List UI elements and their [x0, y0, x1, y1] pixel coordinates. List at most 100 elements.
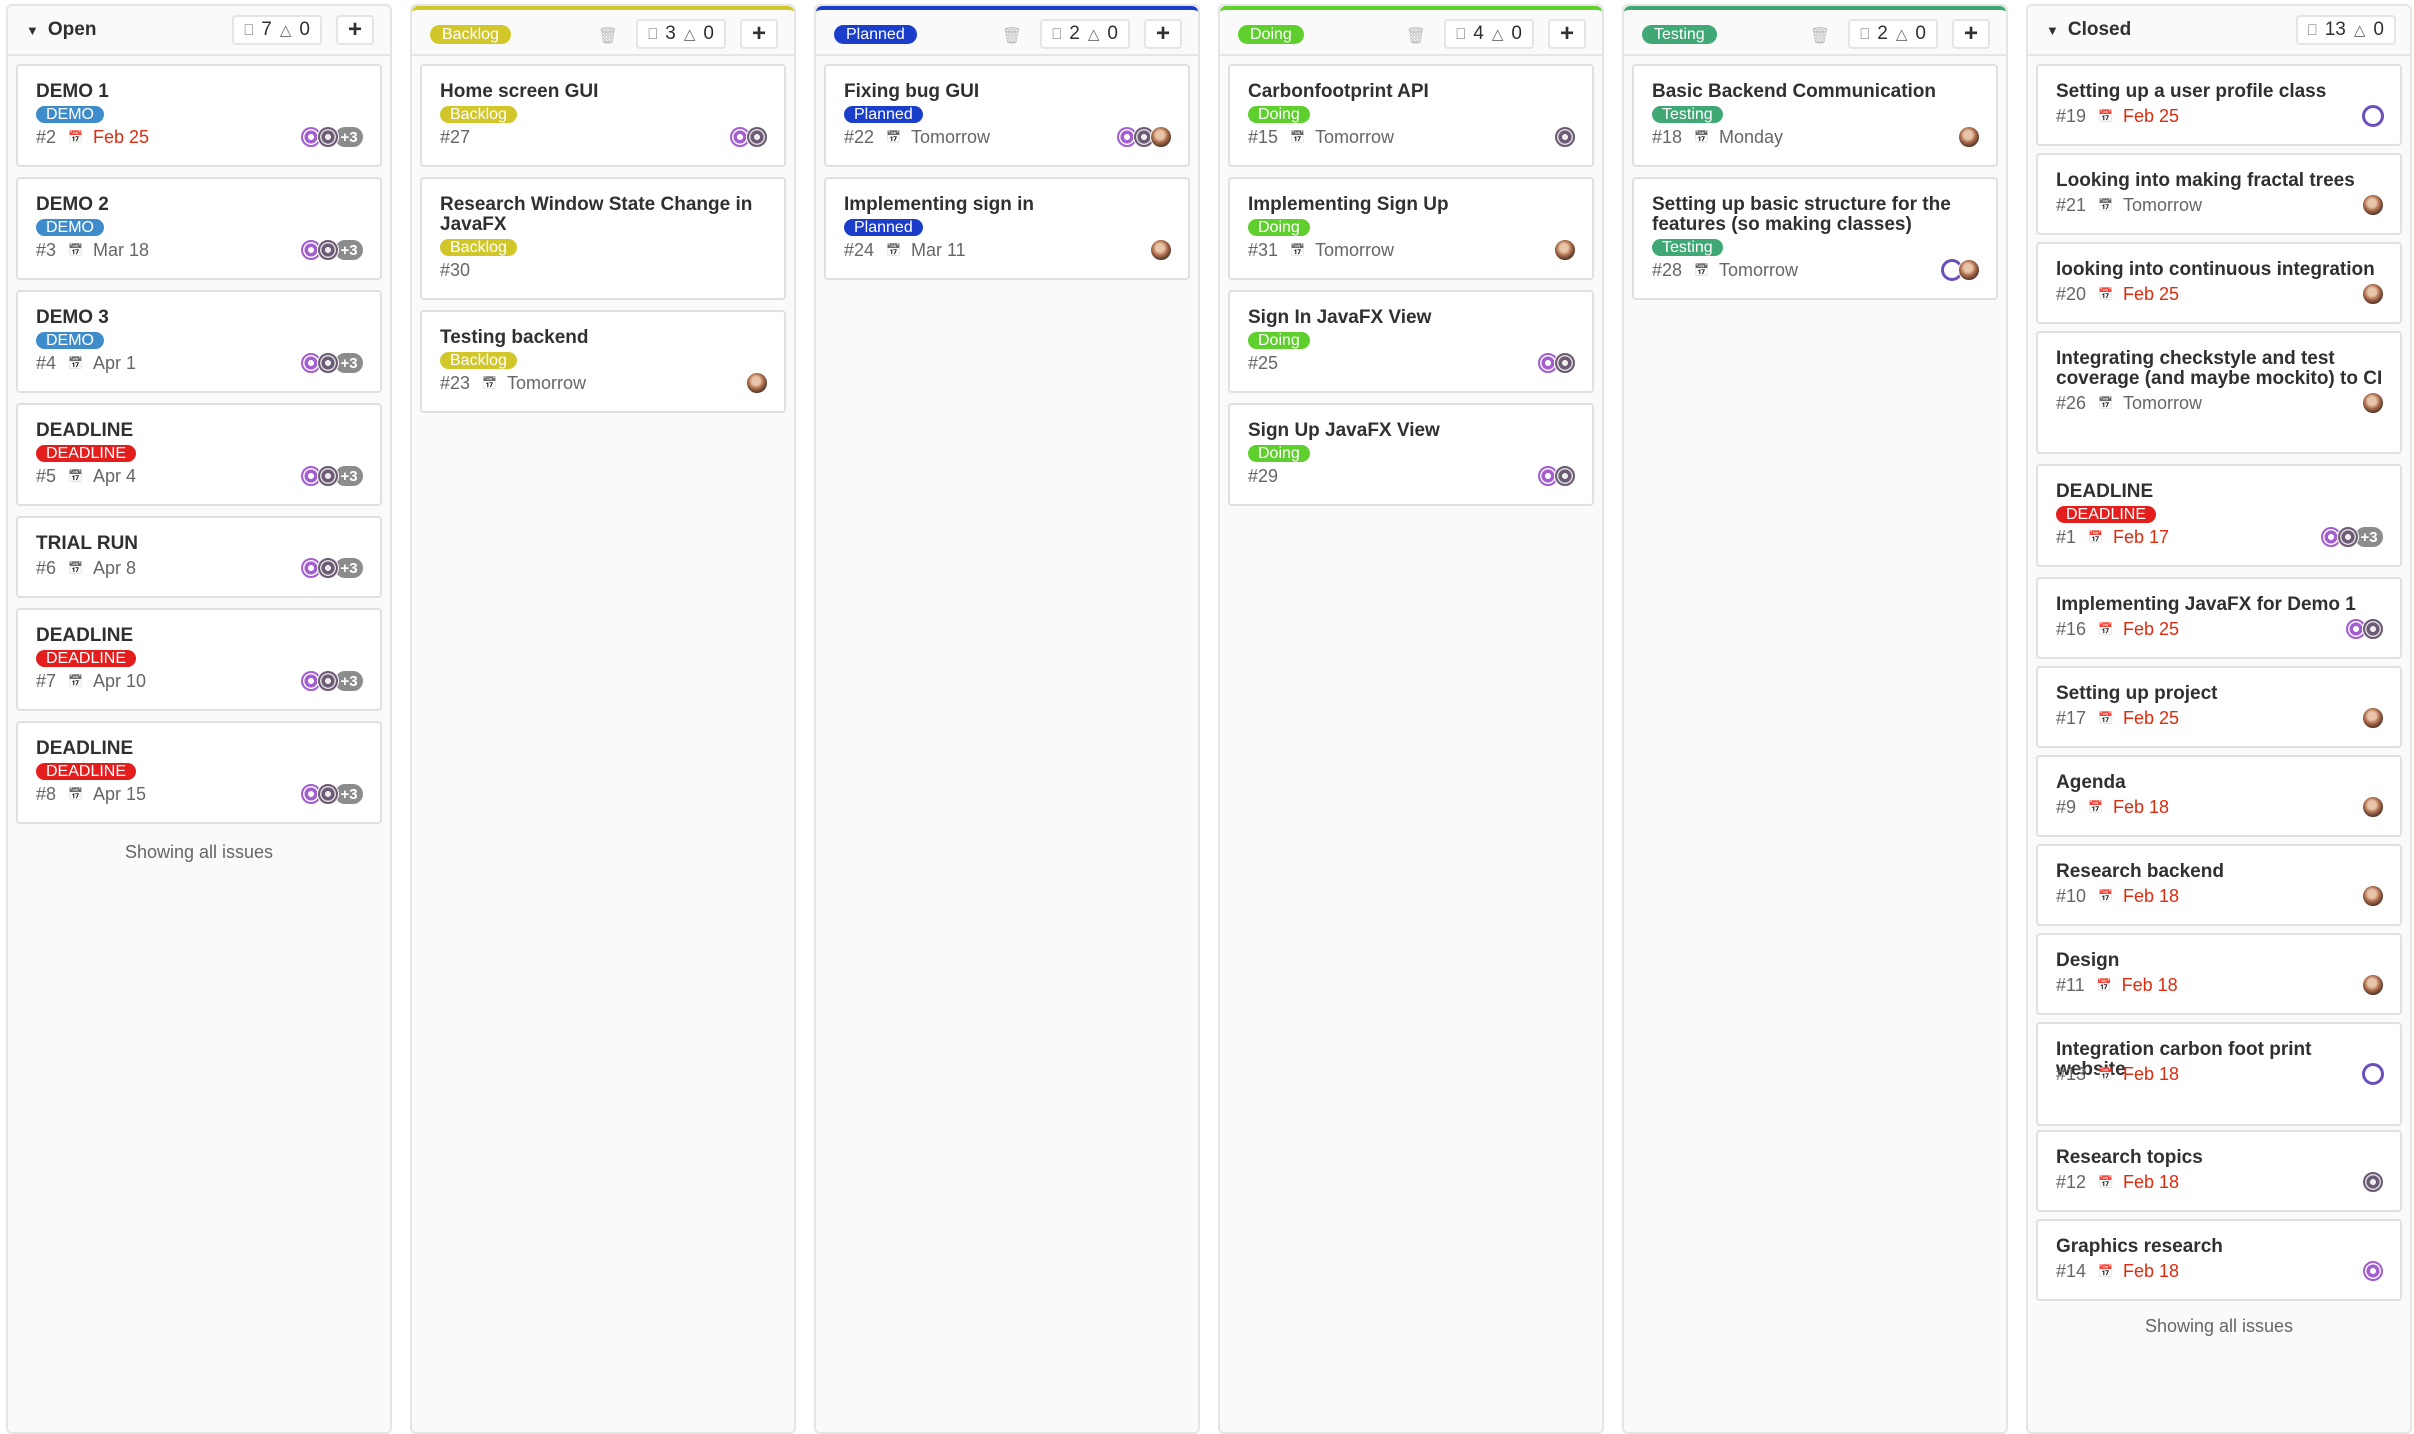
avatar[interactable] [2362, 796, 2384, 818]
issue-card[interactable]: Research Window State Change in JavaFX Ba… [420, 177, 786, 300]
issue-label[interactable]: Doing [1248, 106, 1310, 123]
avatar[interactable] [2362, 1171, 2384, 1193]
issue-title[interactable]: DEADLINE [2056, 482, 2386, 502]
issue-title[interactable]: Design [2056, 951, 2386, 971]
issue-title[interactable]: DEMO 1 [36, 82, 366, 102]
issue-card[interactable]: Research backend #10 📅 Feb 18 [2036, 844, 2402, 926]
chevron-down-icon[interactable]: ▼ [2046, 23, 2059, 38]
add-issue-button[interactable]: + [740, 19, 778, 49]
issue-title[interactable]: TRIAL RUN [36, 534, 366, 554]
issue-title[interactable]: Sign In JavaFX View [1248, 308, 1578, 328]
issue-label[interactable]: Doing [1248, 332, 1310, 349]
issue-card[interactable]: Sign In JavaFX View Doing #25 [1228, 290, 1594, 393]
issue-card[interactable]: DEADLINE DEADLINE #7 📅 Apr 10 +3 [16, 608, 382, 711]
issue-card[interactable]: Basic Backend Communication Testing #18 📅 Mo… [1632, 64, 1998, 167]
trash-icon[interactable]: 🗑 [1406, 26, 1426, 46]
issue-title[interactable]: Implementing JavaFX for Demo 1 [2056, 595, 2386, 615]
issue-label[interactable]: DEADLINE [36, 650, 137, 667]
issue-card[interactable]: DEMO 3 DEMO #4 📅 Apr 1 +3 [16, 290, 382, 393]
avatar[interactable] [2362, 194, 2384, 216]
avatar[interactable] [1554, 352, 1576, 374]
issue-label[interactable]: DEMO [36, 219, 104, 236]
issue-card[interactable]: Implementing Sign Up Doing #31 📅 Tomorrow [1228, 177, 1594, 280]
avatar[interactable] [2362, 105, 2384, 127]
issue-card[interactable]: Implementing sign in Planned #24 📅 Mar 11 [824, 177, 1190, 280]
issue-card[interactable]: Home screen GUI Backlog #27 [420, 64, 786, 167]
add-issue-button[interactable]: + [1548, 19, 1586, 49]
avatar[interactable] [2362, 974, 2384, 996]
column-title[interactable]: ▼ Open [26, 18, 96, 42]
issue-card[interactable]: TRIAL RUN #6 📅 Apr 8 +3 [16, 516, 382, 598]
issue-label[interactable]: Testing [1652, 106, 1723, 123]
issue-title[interactable]: Setting up basic structure for the featu… [1652, 195, 1982, 235]
issue-label[interactable]: Doing [1248, 445, 1310, 462]
issue-card[interactable]: DEADLINE DEADLINE #8 📅 Apr 15 +3 [16, 721, 382, 824]
issue-title[interactable]: Research Window State Change in JavaFX [440, 195, 770, 235]
issue-card[interactable]: Research topics #12 📅 Feb 18 [2036, 1130, 2402, 1212]
issue-title[interactable]: Research backend [2056, 862, 2386, 882]
issue-title[interactable]: Research topics [2056, 1148, 2386, 1168]
issue-title[interactable]: Setting up project [2056, 684, 2386, 704]
avatar[interactable] [2362, 885, 2384, 907]
issue-title[interactable]: Agenda [2056, 773, 2386, 793]
issue-label[interactable]: Doing [1248, 219, 1310, 236]
avatar[interactable] [1554, 239, 1576, 261]
issue-label[interactable]: Testing [1652, 239, 1723, 256]
issue-title[interactable]: Testing backend [440, 328, 770, 348]
avatar[interactable] [746, 126, 768, 148]
issue-title[interactable]: Implementing sign in [844, 195, 1174, 215]
avatar[interactable] [317, 670, 339, 692]
avatar[interactable] [317, 126, 339, 148]
add-issue-button[interactable]: + [1952, 19, 1990, 49]
issue-title[interactable]: Looking into making fractal trees [2056, 171, 2386, 191]
issue-card[interactable]: DEMO 2 DEMO #3 📅 Mar 18 +3 [16, 177, 382, 280]
issue-title[interactable]: Home screen GUI [440, 82, 770, 102]
issue-title[interactable]: DEADLINE [36, 421, 366, 441]
avatar[interactable] [1554, 126, 1576, 148]
issue-label[interactable]: DEMO [36, 106, 104, 123]
issue-label[interactable]: Planned [844, 219, 923, 236]
issue-card[interactable]: DEADLINE DEADLINE #1 📅 Feb 17 +3 [2036, 464, 2402, 567]
issue-card[interactable]: Setting up project #17 📅 Feb 25 [2036, 666, 2402, 748]
issue-card[interactable]: Setting up a user profile class #19 📅 Feb 2… [2036, 64, 2402, 146]
avatar[interactable] [317, 239, 339, 261]
add-issue-button[interactable]: + [1144, 19, 1182, 49]
avatar[interactable] [2362, 392, 2384, 414]
avatar[interactable] [2362, 1260, 2384, 1282]
issue-label[interactable]: DEADLINE [2056, 506, 2157, 523]
issue-title[interactable]: Implementing Sign Up [1248, 195, 1578, 215]
issue-title[interactable]: Integrating checkstyle and test coverage… [2056, 349, 2386, 389]
issue-title[interactable]: DEADLINE [36, 739, 366, 759]
avatar[interactable] [317, 352, 339, 374]
issue-card[interactable]: Implementing JavaFX for Demo 1 #16 📅 Feb 25 [2036, 577, 2402, 659]
issue-label[interactable]: DEADLINE [36, 763, 137, 780]
issue-label[interactable]: Planned [844, 106, 923, 123]
trash-icon[interactable]: 🗑 [598, 26, 618, 46]
issue-title[interactable]: looking into continuous integration [2056, 260, 2386, 280]
issue-label[interactable]: Backlog [440, 352, 517, 369]
issue-title[interactable]: Sign Up JavaFX View [1248, 421, 1578, 441]
issue-card[interactable]: Looking into making fractal trees #21 📅 Tom… [2036, 153, 2402, 235]
issue-card[interactable]: Integration carbon foot print website #13… [2036, 1022, 2402, 1126]
issue-title[interactable]: Setting up a user profile class [2056, 82, 2386, 102]
avatar[interactable] [746, 372, 768, 394]
issue-card[interactable]: DEMO 1 DEMO #2 📅 Feb 25 +3 [16, 64, 382, 167]
avatar[interactable] [317, 557, 339, 579]
issue-label[interactable]: Backlog [440, 106, 517, 123]
column-title[interactable]: ▼ Closed [2046, 18, 2131, 42]
issue-label[interactable]: DEADLINE [36, 445, 137, 462]
avatar[interactable] [317, 465, 339, 487]
issue-title[interactable]: Basic Backend Communication [1652, 82, 1982, 102]
chevron-down-icon[interactable]: ▼ [26, 23, 39, 38]
avatar[interactable] [2362, 283, 2384, 305]
issue-title[interactable]: DEADLINE [36, 626, 366, 646]
issue-card[interactable]: Integrating checkstyle and test coverage… [2036, 331, 2402, 454]
issue-title[interactable]: Fixing bug GUI [844, 82, 1174, 102]
issue-card[interactable]: Agenda #9 📅 Feb 18 [2036, 755, 2402, 837]
issue-card[interactable]: DEADLINE DEADLINE #5 📅 Apr 4 +3 [16, 403, 382, 506]
avatar[interactable] [1958, 259, 1980, 281]
avatar[interactable] [2362, 707, 2384, 729]
issue-title[interactable]: DEMO 3 [36, 308, 366, 328]
issue-card[interactable]: Design #11 📅 Feb 18 [2036, 933, 2402, 1015]
avatar[interactable] [1958, 126, 1980, 148]
